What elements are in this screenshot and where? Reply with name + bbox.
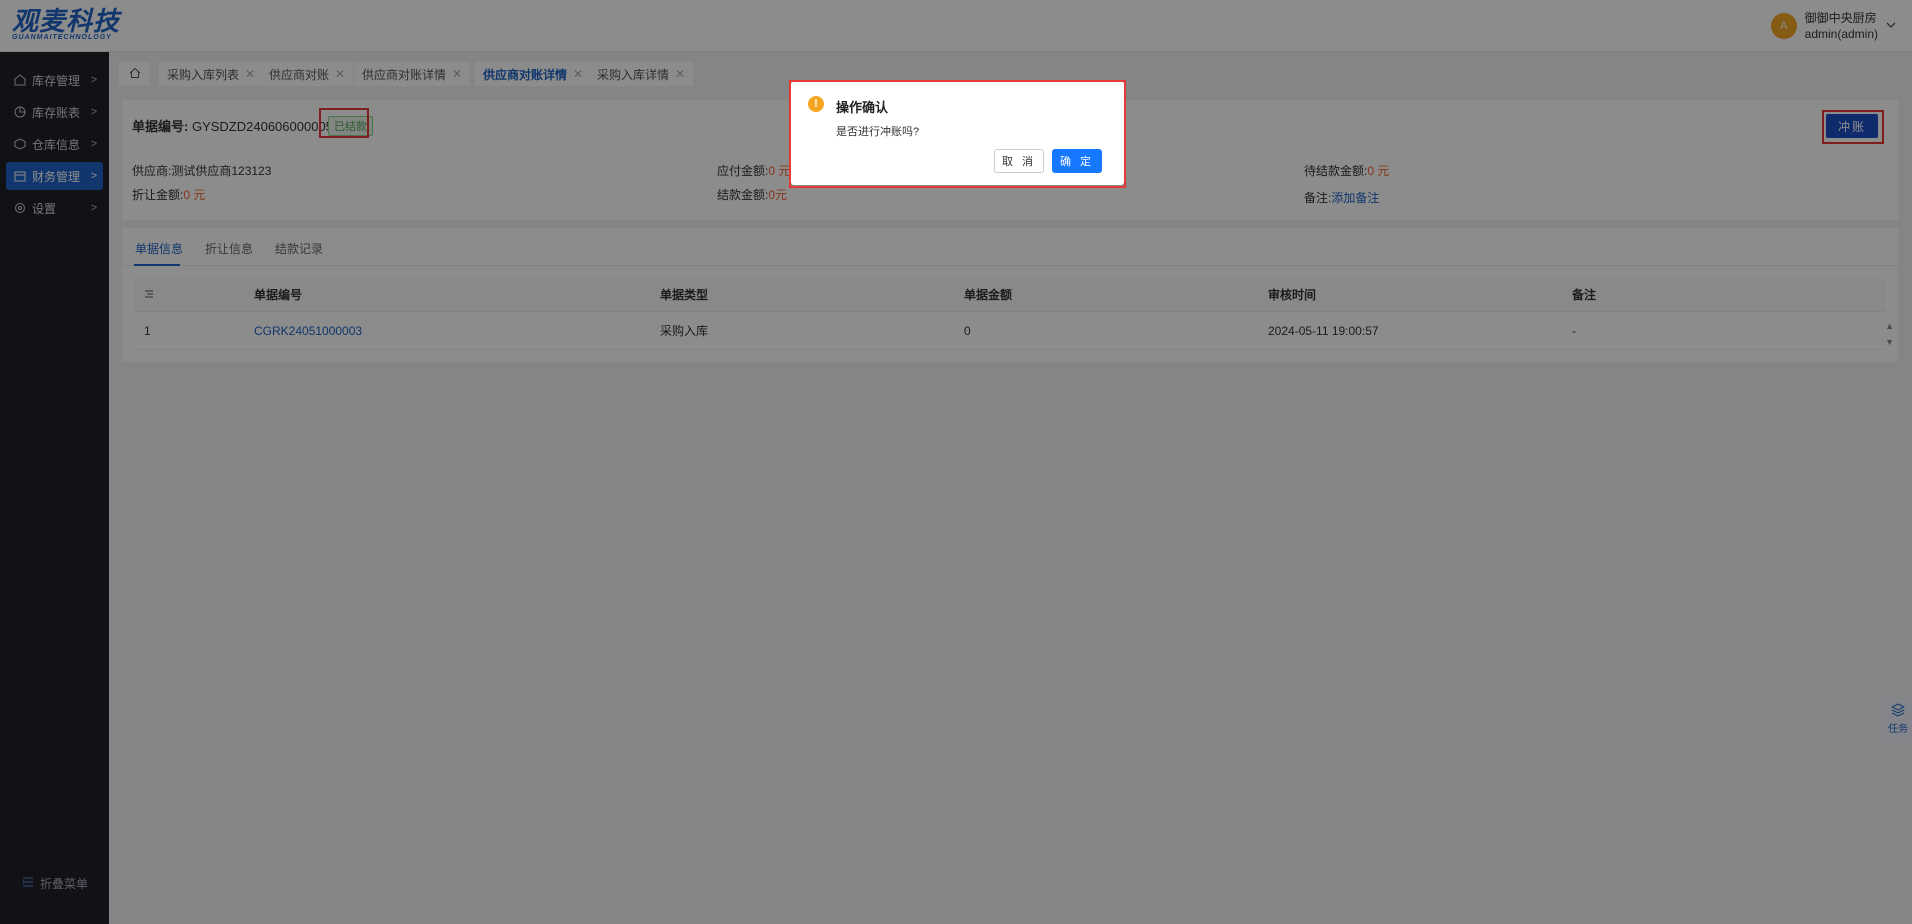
highlight-box — [789, 80, 1126, 188]
